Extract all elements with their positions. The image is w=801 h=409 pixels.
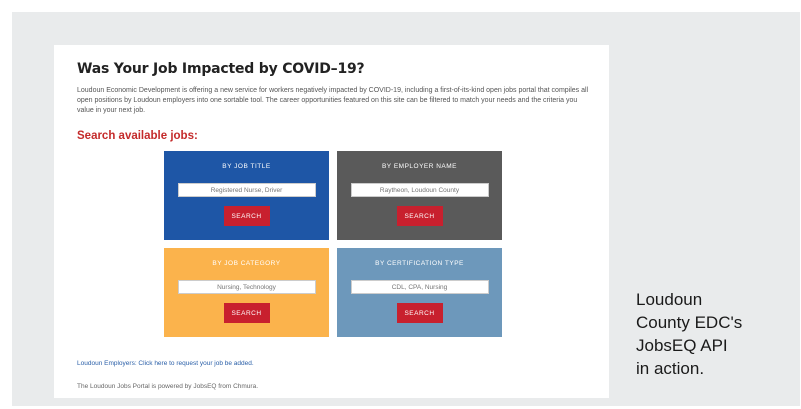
tile-label-certification-type: BY CERTIFICATION TYPE (375, 260, 464, 267)
caption-line: in action. (636, 359, 705, 378)
tile-label-job-title: BY JOB TITLE (222, 163, 271, 170)
image-frame: Was Your Job Impacted by COVID–19? Loudo… (12, 12, 800, 406)
certification-type-search-button[interactable]: SEARCH (396, 303, 443, 323)
search-tiles-grid: BY JOB TITLE SEARCH BY EMPLOYER NAME SEA… (164, 151, 502, 337)
tile-job-title: BY JOB TITLE SEARCH (164, 151, 329, 240)
tile-certification-type: BY CERTIFICATION TYPE SEARCH (337, 248, 502, 337)
tile-employer-name: BY EMPLOYER NAME SEARCH (337, 151, 502, 240)
intro-paragraph: Loudoun Economic Development is offering… (77, 87, 589, 114)
tile-label-job-category: BY JOB CATEGORY (212, 260, 281, 267)
job-category-search-input[interactable] (177, 280, 316, 294)
powered-by-text: The Loudoun Jobs Portal is powered by Jo… (77, 383, 259, 390)
caption-line: County EDC's (636, 313, 743, 332)
caption-line: JobsEQ API (636, 336, 728, 355)
job-title-search-input[interactable] (177, 183, 316, 197)
tile-job-category: BY JOB CATEGORY SEARCH (164, 248, 329, 337)
job-category-search-button[interactable]: SEARCH (223, 303, 270, 323)
employers-request-link[interactable]: Loudoun Employers: Click here to request… (77, 360, 254, 367)
website-screenshot: Was Your Job Impacted by COVID–19? Loudo… (54, 45, 609, 398)
certification-type-search-input[interactable] (350, 280, 489, 294)
employer-name-search-button[interactable]: SEARCH (396, 206, 443, 226)
caption: Loudoun County EDC's JobsEQ API in actio… (636, 288, 801, 380)
employer-name-search-input[interactable] (350, 183, 489, 197)
job-title-search-button[interactable]: SEARCH (223, 206, 270, 226)
search-heading: Search available jobs: (77, 130, 198, 142)
page-title: Was Your Job Impacted by COVID–19? (77, 61, 365, 77)
caption-line: Loudoun (636, 290, 703, 309)
tile-label-employer-name: BY EMPLOYER NAME (381, 163, 458, 170)
